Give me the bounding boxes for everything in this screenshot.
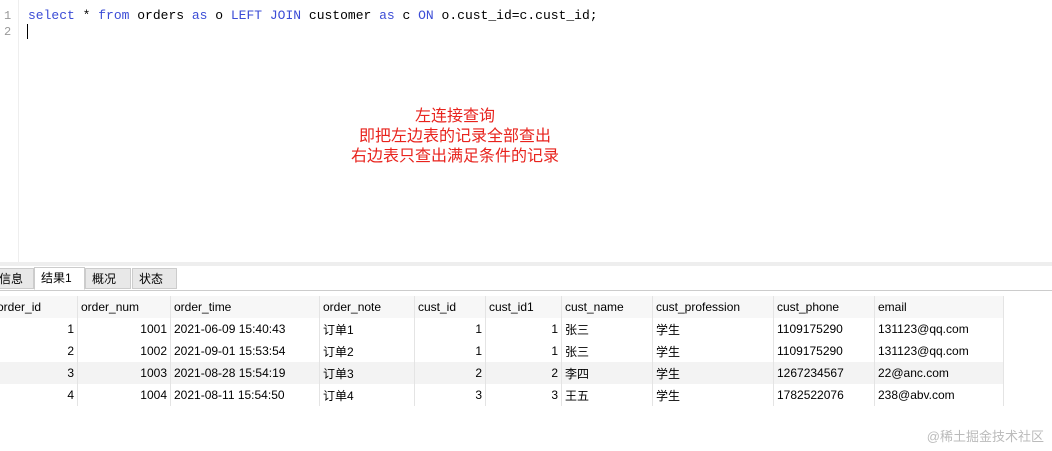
result-grid: order_id order_num order_time order_note cus… [0,296,1004,406]
table-row[interactable]: 4 1004 2021-08-11 15:54:50 订单4 3 3 王五 学生 1782522… [0,384,1004,406]
table-row[interactable]: 3 1003 2021-08-28 15:54:19 订单3 2 2 李四 学生 1267234… [0,362,1004,384]
cell-order_num[interactable]: 1004 [77,384,171,406]
cell-cust_phone[interactable]: 1109175290 [773,340,875,362]
line-number: 2 [4,25,12,39]
annotation-line: 左连接查询 [414,108,495,125]
table-row[interactable]: 1 1001 2021-06-09 15:40:43 订单1 1 1 张三 学生 1109175… [0,318,1004,340]
line-number: 1 [4,9,12,23]
sql-editor[interactable]: 1 2 select * from orders as o LEFT JOIN … [0,0,1052,262]
cell-order_note[interactable]: 订单1 [319,318,415,340]
cell-order_note[interactable]: 订单4 [319,384,415,406]
annotation-text: 左连接查询 即把左边表的记录全部查出 右边表只查出满足条件的记录 [300,107,610,167]
column-header-order_note[interactable]: order_note [319,296,415,318]
cell-cust_name[interactable]: 张三 [561,340,653,362]
cell-email[interactable]: 131123@qq.com [874,340,1004,362]
cell-email[interactable]: 131123@qq.com [874,318,1004,340]
cell-cust_name[interactable]: 张三 [561,318,653,340]
cell-order_id[interactable]: 2 [0,340,78,362]
sql-keyword: select [28,8,75,23]
cell-order_time[interactable]: 2021-06-09 15:40:43 [170,318,320,340]
column-header-cust_id[interactable]: cust_id [414,296,486,318]
annotation-line: 即把左边表的记录全部查出 [358,128,551,145]
cell-email[interactable]: 238@abv.com [874,384,1004,406]
text-caret [27,24,28,39]
tab-status[interactable]: 状态 [132,268,177,289]
cell-email[interactable]: 22@anc.com [874,362,1004,384]
cell-cust_profession[interactable]: 学生 [652,340,774,362]
sql-text: c [394,8,419,23]
cell-cust_name[interactable]: 李四 [561,362,653,384]
cell-cust_profession[interactable]: 学生 [652,362,774,384]
cell-order_time[interactable]: 2021-09-01 15:53:54 [170,340,320,362]
sql-keyword: as [379,8,395,23]
column-header-cust_profession[interactable]: cust_profession [652,296,774,318]
watermark: @稀土掘金技术社区 [926,429,1044,444]
result-tabs: 信息 结果1 概况 状态 [0,267,1052,291]
cell-cust_id[interactable]: 1 [414,340,486,362]
sql-keyword: as [191,8,208,23]
sql-text: * [74,8,99,23]
column-header-order_id[interactable]: order_id [0,296,78,318]
cell-cust_profession[interactable]: 学生 [652,384,774,406]
sql-keyword: from [98,8,130,23]
cell-order_num[interactable]: 1003 [77,362,171,384]
column-header-cust_id1[interactable]: cust_id1 [485,296,562,318]
cell-cust_id[interactable]: 2 [414,362,486,384]
sql-code[interactable]: select * from orders as o LEFT JOIN cust… [28,8,598,23]
column-header-cust_name[interactable]: cust_name [561,296,653,318]
cell-order_note[interactable]: 订单3 [319,362,415,384]
sql-text: customer [301,8,380,23]
sql-text: o [207,8,231,23]
table-row[interactable]: 2 1002 2021-09-01 15:53:54 订单2 1 1 张三 学生 1109175… [0,340,1004,362]
sql-keyword: ON [418,8,434,23]
cell-cust_phone[interactable]: 1267234567 [773,362,875,384]
annotation-line: 右边表只查出满足条件的记录 [350,148,559,165]
column-header-email[interactable]: email [874,296,1004,318]
cell-cust_id1[interactable]: 2 [485,362,562,384]
cell-cust_id1[interactable]: 1 [485,340,562,362]
cell-cust_id[interactable]: 1 [414,318,486,340]
cell-order_time[interactable]: 2021-08-11 15:54:50 [170,384,320,406]
cell-cust_id1[interactable]: 3 [485,384,562,406]
cell-cust_phone[interactable]: 1782522076 [773,384,875,406]
cell-order_id[interactable]: 1 [0,318,78,340]
sql-text: o.cust_id=c.cust_id; [433,8,598,23]
column-header-cust_phone[interactable]: cust_phone [773,296,875,318]
sql-keyword: LEFT JOIN [230,8,302,23]
tab-info[interactable]: 信息 [0,268,34,289]
cell-order_time[interactable]: 2021-08-28 15:54:19 [170,362,320,384]
tab-profile[interactable]: 概况 [85,268,131,289]
cell-cust_id1[interactable]: 1 [485,318,562,340]
cell-order_note[interactable]: 订单2 [319,340,415,362]
column-header-order_num[interactable]: order_num [77,296,171,318]
column-header-order_time[interactable]: order_time [170,296,320,318]
cell-order_id[interactable]: 4 [0,384,78,406]
splitter[interactable] [0,262,1052,266]
line-gutter: 1 2 [0,0,19,262]
sql-text: orders [129,8,192,23]
cell-cust_name[interactable]: 王五 [561,384,653,406]
cell-order_num[interactable]: 1001 [77,318,171,340]
cell-order_id[interactable]: 3 [0,362,78,384]
cell-cust_phone[interactable]: 1109175290 [773,318,875,340]
tab-result1[interactable]: 结果1 [34,267,85,290]
cell-cust_id[interactable]: 3 [414,384,486,406]
cell-order_num[interactable]: 1002 [77,340,171,362]
cell-cust_profession[interactable]: 学生 [652,318,774,340]
